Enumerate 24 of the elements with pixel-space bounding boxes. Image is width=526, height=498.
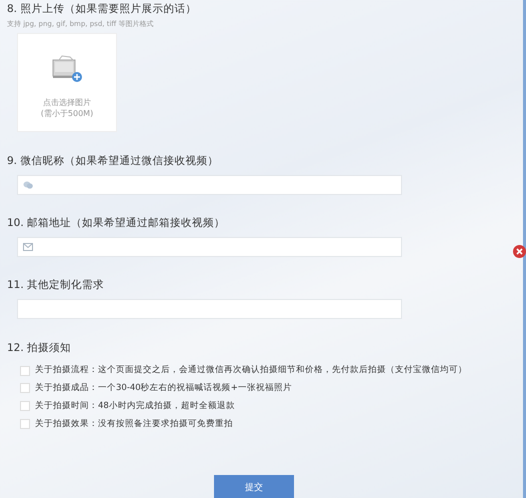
input-field[interactable]	[17, 298, 402, 318]
mail-icon	[23, 242, 33, 251]
section-label: 12. 拍摄须知	[7, 340, 72, 356]
field-label: 10. 邮箱地址（如果希望通过邮箱接收视频）	[7, 216, 226, 231]
notice-text: 关于拍摄效果：没有按照备注要求拍摄可免费重拍	[35, 418, 233, 430]
checkbox[interactable]	[20, 401, 30, 412]
upload-caption: 点击选择图片	[43, 98, 91, 110]
add-image-icon	[51, 54, 83, 84]
upload-area[interactable]: 点击选择图片 (需小于500M)	[17, 33, 117, 132]
checkbox[interactable]	[20, 418, 30, 429]
size-limit: (需小于500M)	[40, 109, 94, 120]
close-icon[interactable]	[516, 248, 523, 255]
chat-icon	[23, 181, 33, 189]
notice-text: 关于拍摄成品：一个30-40秒左右的祝福喊话视频+一张祝福照片	[35, 382, 292, 395]
checkbox[interactable]	[20, 366, 30, 376]
input-field[interactable]	[17, 236, 402, 257]
field-label: 8. 照片上传（如果需要照片展示的话）	[7, 2, 198, 17]
submit-button[interactable]: 提交	[214, 475, 294, 498]
field-label: 9. 微信昵称（如果希望通过微信接收视频）	[7, 154, 220, 170]
field-label: 11. 其他定制化需求	[7, 278, 106, 293]
input-field[interactable]	[17, 175, 402, 195]
notice-text: 关于拍摄流程：这个页面提交之后，会通过微信再次确认拍摄细节和价格，先付款后拍摄（支付宝微信均可）	[35, 364, 467, 377]
checkbox[interactable]	[20, 383, 30, 394]
notice-text: 关于拍摄时间：48小时内完成拍摄，超时全额退款	[35, 400, 235, 412]
